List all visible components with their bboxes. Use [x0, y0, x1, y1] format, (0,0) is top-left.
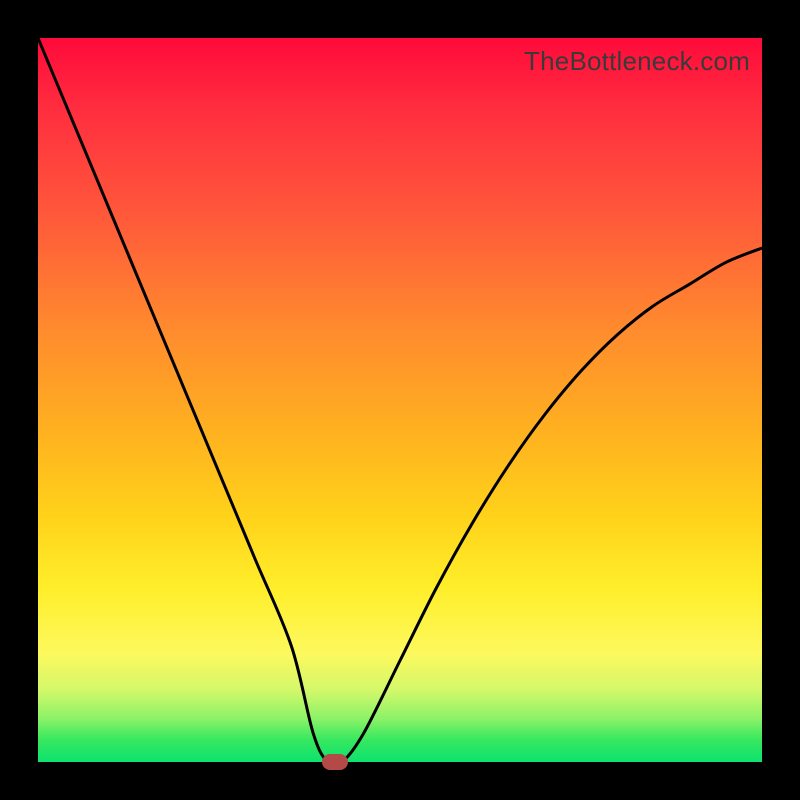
chart-frame: TheBottleneck.com	[0, 0, 800, 800]
plot-area: TheBottleneck.com	[38, 38, 762, 762]
curve-path	[38, 38, 762, 762]
optimal-marker	[322, 754, 348, 770]
bottleneck-curve	[38, 38, 762, 762]
